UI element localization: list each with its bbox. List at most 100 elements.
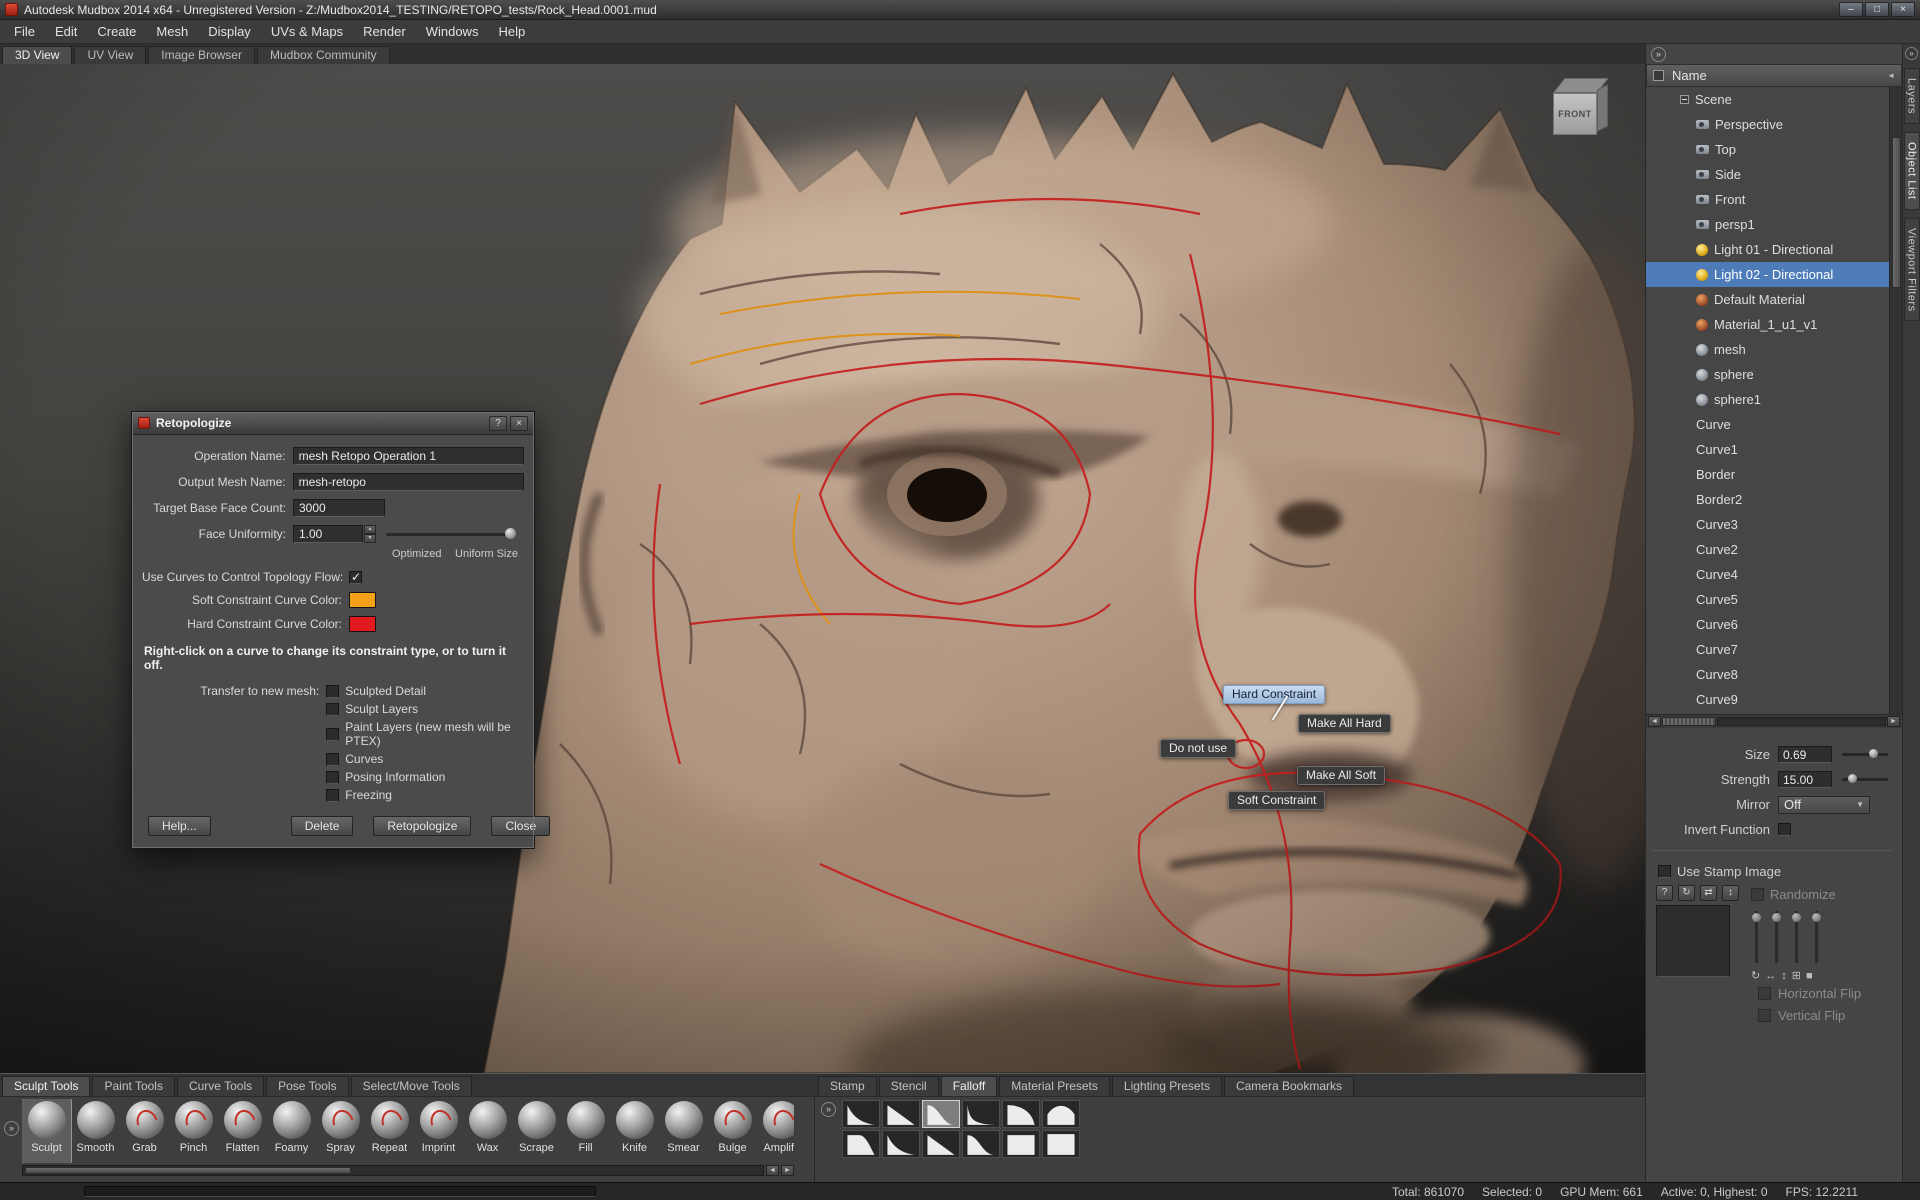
menu-item[interactable]: Mesh: [146, 20, 198, 44]
tree-hscrollbar-thumb[interactable]: [1662, 717, 1716, 726]
scroll-left-icon[interactable]: ◄: [766, 1165, 779, 1176]
face-uniformity-slider[interactable]: [386, 533, 516, 536]
stamp-option-icon[interactable]: ⊞: [1792, 969, 1801, 982]
tool-button[interactable]: Sculpt: [22, 1099, 71, 1163]
transfer-option[interactable]: Curves: [326, 752, 524, 766]
transfer-option-checkbox[interactable]: [326, 685, 339, 698]
invert-function-checkbox[interactable]: [1778, 823, 1791, 836]
tool-button[interactable]: Pinch: [169, 1099, 218, 1163]
object-list-item[interactable]: Curve3: [1646, 512, 1902, 537]
falloff-preset[interactable]: [922, 1100, 960, 1128]
panel-collapse-chevron-icon[interactable]: »: [1651, 47, 1666, 62]
randomize-checkbox[interactable]: [1751, 888, 1764, 901]
stamp-option-icon[interactable]: ↕: [1781, 970, 1787, 982]
object-list-item[interactable]: sphere1: [1646, 387, 1902, 412]
tool-tray-tab[interactable]: Paint Tools: [92, 1076, 174, 1096]
menu-item[interactable]: Windows: [416, 20, 489, 44]
view-tab[interactable]: Image Browser: [148, 46, 255, 64]
horizontal-flip-checkbox[interactable]: [1758, 987, 1771, 1000]
marking-menu-item[interactable]: Hard Constraint: [1223, 685, 1325, 704]
object-list-item[interactable]: persp1: [1646, 212, 1902, 237]
marking-menu-item[interactable]: Do not use: [1160, 739, 1236, 758]
use-stamp-image-checkbox[interactable]: [1658, 865, 1671, 878]
strip-chevron-icon[interactable]: »: [1905, 47, 1918, 60]
falloff-collapse-chevron-icon[interactable]: »: [821, 1102, 836, 1117]
preset-tray-tab[interactable]: Material Presets: [999, 1076, 1110, 1096]
side-panel-tab[interactable]: Object List: [1904, 132, 1920, 209]
use-curves-checkbox[interactable]: [349, 571, 362, 584]
view-tab[interactable]: Mudbox Community: [257, 46, 390, 64]
falloff-preset[interactable]: [1002, 1100, 1040, 1128]
maximize-button[interactable]: □: [1865, 2, 1889, 17]
object-list-item[interactable]: mesh: [1646, 337, 1902, 362]
dialog-help-button[interactable]: ?: [489, 416, 507, 431]
stamp-option-icon[interactable]: ↻: [1751, 969, 1760, 982]
tool-button[interactable]: Scrape: [512, 1099, 561, 1163]
view-cube-front-face[interactable]: FRONT: [1553, 93, 1597, 135]
spinner-down-icon[interactable]: ▼: [364, 534, 376, 543]
tool-tray-tab[interactable]: Select/Move Tools: [351, 1076, 472, 1096]
preset-tray-tab[interactable]: Stamp: [818, 1076, 877, 1096]
strength-input[interactable]: [1778, 771, 1832, 788]
retopologize-button[interactable]: Retopologize: [373, 816, 471, 836]
side-panel-tab[interactable]: Viewport Filters: [1904, 218, 1920, 322]
object-list-item[interactable]: Curve7: [1646, 637, 1902, 662]
marking-menu-item[interactable]: Make All Soft: [1297, 766, 1385, 785]
tree-scroll-right-icon[interactable]: ►: [1887, 716, 1900, 727]
tool-button[interactable]: Knife: [610, 1099, 659, 1163]
stamp-transform-icon[interactable]: ⇄: [1700, 885, 1717, 901]
falloff-preset[interactable]: [962, 1100, 1000, 1128]
side-panel-tab[interactable]: Layers: [1904, 68, 1920, 124]
size-input[interactable]: [1778, 746, 1832, 763]
stamp-help-button[interactable]: ?: [1656, 885, 1673, 901]
minimize-button[interactable]: –: [1839, 2, 1863, 17]
object-list-item[interactable]: Curve1: [1646, 437, 1902, 462]
tool-tray-tab[interactable]: Pose Tools: [266, 1076, 348, 1096]
preset-tray-tab[interactable]: Stencil: [879, 1076, 939, 1096]
tool-button[interactable]: Foamy: [267, 1099, 316, 1163]
preset-tray-tab[interactable]: Camera Bookmarks: [1224, 1076, 1354, 1096]
object-list-item[interactable]: Material_1_u1_v1: [1646, 312, 1902, 337]
randomize-slider[interactable]: [1815, 911, 1818, 963]
header-scroll-left-icon[interactable]: ◄: [1887, 71, 1895, 80]
menu-item[interactable]: File: [4, 20, 45, 44]
object-list-item[interactable]: Border2: [1646, 487, 1902, 512]
tool-button[interactable]: Imprint: [414, 1099, 463, 1163]
tree-vertical-scrollbar[interactable]: [1889, 87, 1902, 714]
preset-tray-tab[interactable]: Falloff: [941, 1076, 997, 1096]
falloff-preset[interactable]: [842, 1130, 880, 1158]
object-list-item[interactable]: Curve5: [1646, 587, 1902, 612]
view-tab[interactable]: UV View: [74, 46, 146, 64]
transfer-option-checkbox[interactable]: [326, 771, 339, 784]
menu-item[interactable]: Create: [87, 20, 146, 44]
strength-slider[interactable]: [1842, 778, 1888, 781]
transfer-option-checkbox[interactable]: [326, 753, 339, 766]
tool-tray-tab[interactable]: Sculpt Tools: [2, 1076, 90, 1096]
menu-item[interactable]: Display: [198, 20, 261, 44]
dialog-title-bar[interactable]: Retopologize ? ×: [132, 412, 534, 435]
stamp-option-icon[interactable]: ■: [1806, 970, 1813, 982]
marking-menu-item[interactable]: Make All Hard: [1298, 714, 1391, 733]
tool-button[interactable]: Flatten: [218, 1099, 267, 1163]
transfer-option[interactable]: Paint Layers (new mesh will be PTEX): [326, 720, 524, 748]
help-button[interactable]: Help...: [148, 816, 211, 836]
stamp-option-icon[interactable]: ↔: [1765, 970, 1776, 982]
tool-button[interactable]: Smear: [659, 1099, 708, 1163]
transfer-option[interactable]: Sculpt Layers: [326, 702, 524, 716]
falloff-preset[interactable]: [1042, 1130, 1080, 1158]
operation-name-input[interactable]: [293, 447, 524, 465]
object-list-item[interactable]: Perspective: [1646, 112, 1902, 137]
object-list-header[interactable]: Name ◄: [1646, 64, 1902, 87]
face-uniformity-spinner[interactable]: ▲ ▼: [364, 525, 376, 543]
randomize-slider[interactable]: [1775, 911, 1778, 963]
output-mesh-name-input[interactable]: [293, 473, 524, 491]
tool-button[interactable]: Spray: [316, 1099, 365, 1163]
transfer-option[interactable]: Freezing: [326, 788, 524, 802]
tree-horizontal-scrollbar[interactable]: ◄ ►: [1646, 714, 1902, 728]
tool-button[interactable]: Fill: [561, 1099, 610, 1163]
tray-collapse-chevron-icon[interactable]: »: [4, 1121, 19, 1136]
soft-constraint-color-swatch[interactable]: [349, 592, 376, 608]
falloff-preset[interactable]: [882, 1100, 920, 1128]
object-list-item[interactable]: Light 02 - Directional: [1646, 262, 1902, 287]
object-list-item[interactable]: Default Material: [1646, 287, 1902, 312]
